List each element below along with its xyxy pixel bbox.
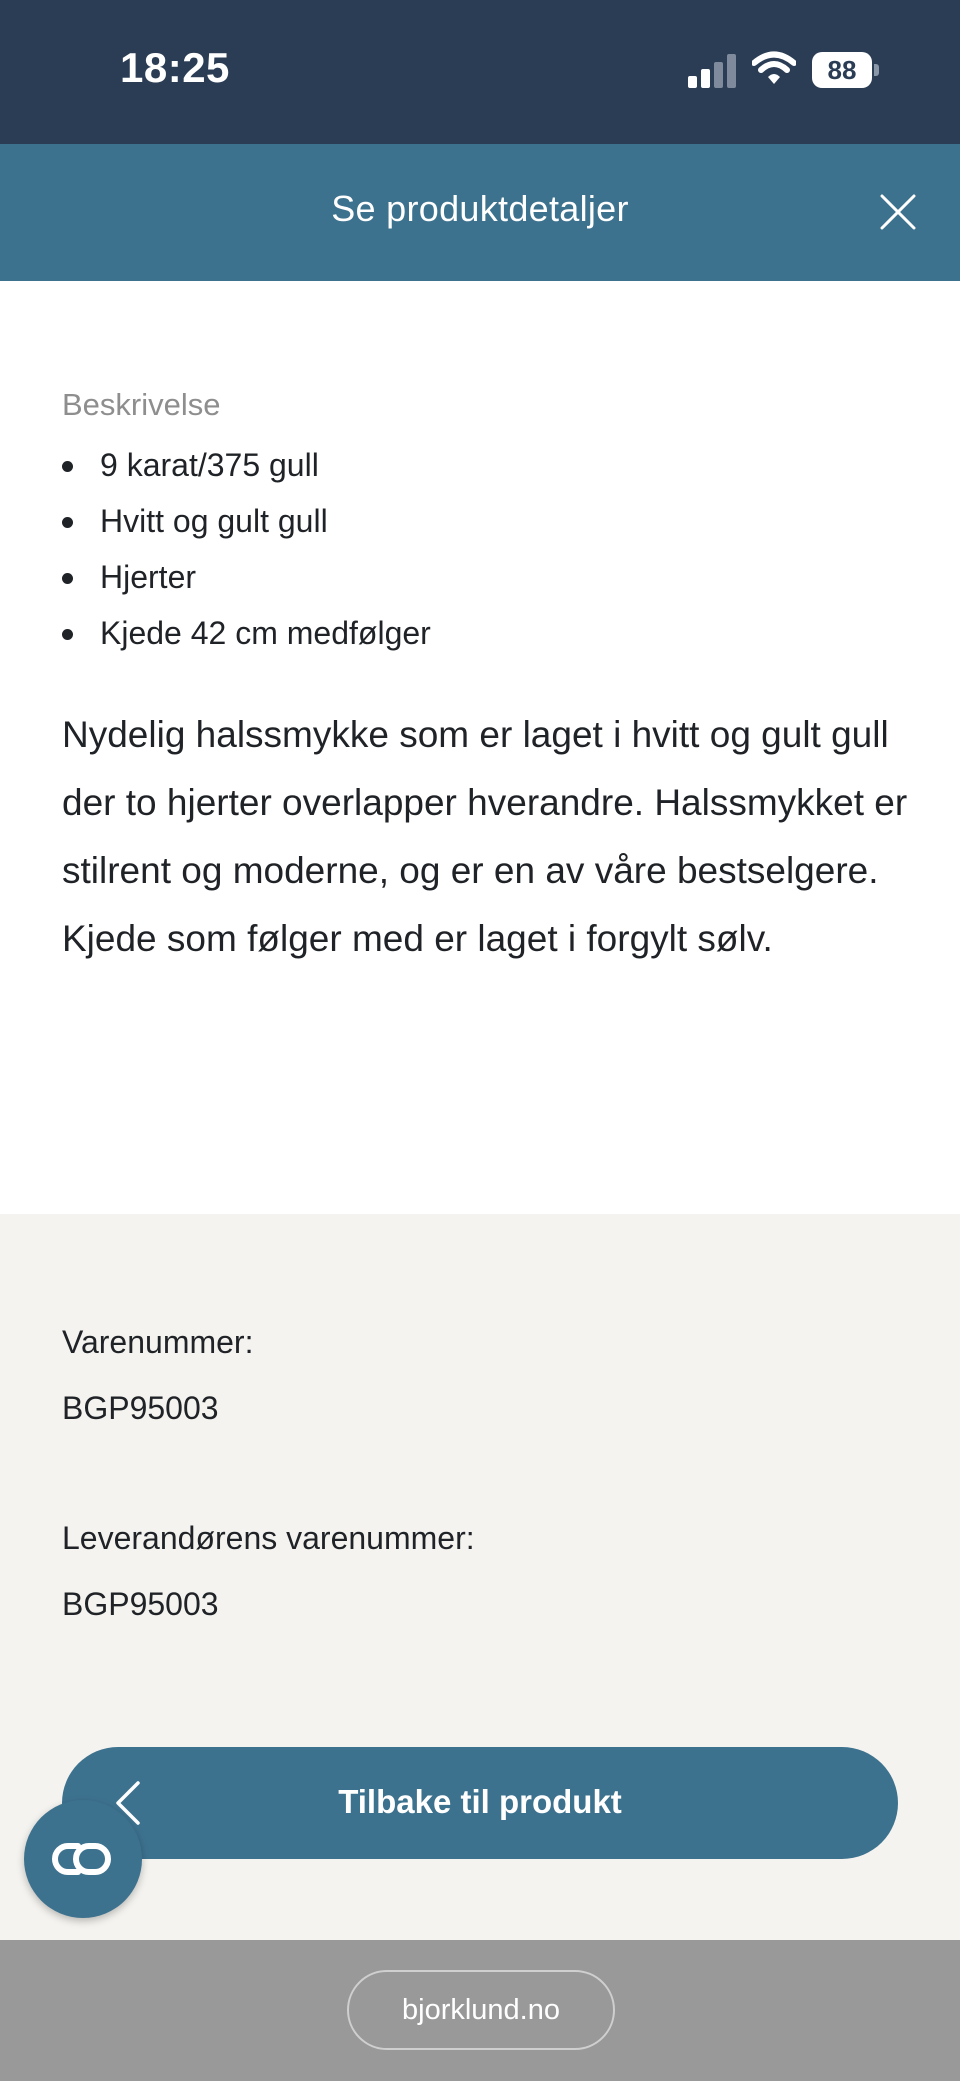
battery-level: 88 xyxy=(812,52,872,88)
bullet-dot xyxy=(62,517,73,528)
chat-link-icon xyxy=(52,1843,111,1875)
wifi-icon xyxy=(752,51,796,84)
description-text: Nydelig halssmykke som er laget i hvitt … xyxy=(62,714,908,959)
list-item: Hjerter xyxy=(62,555,431,611)
list-item-text: 9 karat/375 gull xyxy=(100,447,319,483)
chat-button[interactable] xyxy=(24,1800,142,1918)
browser-url-bar: bjorklund.no xyxy=(0,1940,960,2081)
list-item-text: Hvitt og gult gull xyxy=(100,503,328,539)
supplier-sku-value: BGP95003 xyxy=(62,1586,219,1622)
bullet-dot xyxy=(62,629,73,640)
description-section: Beskrivelse 9 karat/375 gull Hvitt og gu… xyxy=(0,281,960,1214)
status-time: 18:25 xyxy=(120,44,230,91)
bullet-dot xyxy=(62,461,73,472)
battery-icon: 88 xyxy=(812,52,880,88)
list-item-text: Hjerter xyxy=(100,559,197,595)
page-title: Se produktdetaljer xyxy=(331,188,629,229)
feature-list: 9 karat/375 gull Hvitt og gult gull Hjer… xyxy=(62,443,431,667)
list-item: Kjede 42 cm medfølger xyxy=(62,611,431,667)
url-field[interactable]: bjorklund.no xyxy=(347,1970,615,2050)
list-item: 9 karat/375 gull xyxy=(62,443,431,499)
close-icon[interactable] xyxy=(874,188,922,236)
product-info-section: Varenummer: BGP95003 Leverandørens varen… xyxy=(0,1214,960,1940)
sku-label: Varenummer: xyxy=(62,1324,254,1360)
supplier-sku-label: Leverandørens varenummer: xyxy=(62,1520,475,1556)
modal-header: Se produktdetaljer xyxy=(0,144,960,281)
back-button-label: Tilbake til produkt xyxy=(338,1783,622,1820)
signal-icon xyxy=(688,54,736,88)
description-label: Beskrivelse xyxy=(62,387,221,422)
status-bar: 18:25 88 xyxy=(0,0,960,144)
back-to-product-button[interactable]: Tilbake til produkt xyxy=(62,1747,898,1859)
sku-value: BGP95003 xyxy=(62,1390,219,1426)
list-item: Hvitt og gult gull xyxy=(62,499,431,555)
battery-cap xyxy=(874,64,879,76)
list-item-text: Kjede 42 cm medfølger xyxy=(100,615,431,651)
bullet-dot xyxy=(62,573,73,584)
